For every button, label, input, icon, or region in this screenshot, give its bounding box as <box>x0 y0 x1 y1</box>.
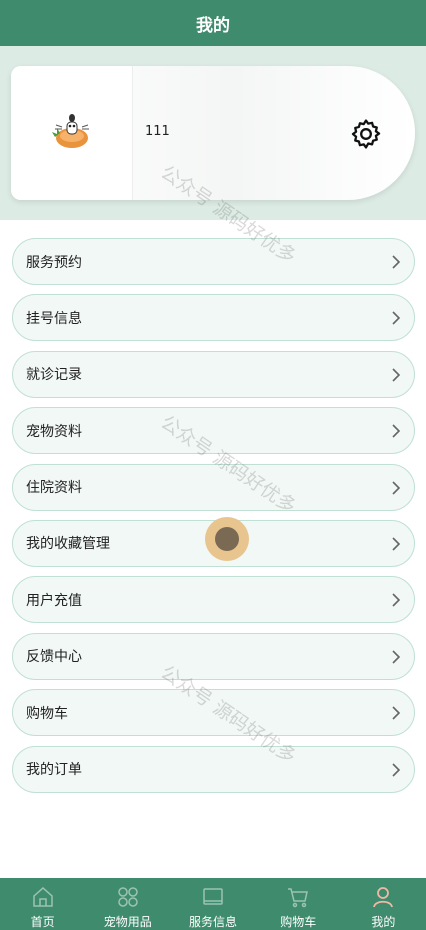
menu-item-label: 我的收藏管理 <box>26 536 110 553</box>
window-icon <box>203 887 223 905</box>
menu-item-cart[interactable]: 购物车 <box>12 689 415 737</box>
username: 111 <box>145 124 170 139</box>
chevron-right-icon <box>392 593 401 607</box>
settings-button[interactable] <box>349 117 383 151</box>
user-icon <box>373 886 394 907</box>
avatar[interactable] <box>11 66 133 200</box>
tab-home[interactable]: 首页 <box>0 878 85 930</box>
menu-item-label: 我的订单 <box>26 762 82 779</box>
menu-item-label: 购物车 <box>26 705 68 722</box>
chevron-right-icon <box>392 368 401 382</box>
menu-item-recharge[interactable]: 用户充值 <box>12 576 415 624</box>
menu-item-label: 挂号信息 <box>26 310 82 327</box>
menu-item-hospitalization[interactable]: 住院资料 <box>12 463 415 511</box>
app: 我的 111 服务预约 挂号信息 就诊记录 宠物资料 住院资料 我的收藏管理 用… <box>0 0 426 930</box>
top-bar: 我的 <box>0 0 426 46</box>
menu-item-orders[interactable]: 我的订单 <box>12 745 415 793</box>
menu-item-visit-records[interactable]: 就诊记录 <box>12 350 415 398</box>
menu-item-registration-info[interactable]: 挂号信息 <box>12 294 415 342</box>
tab-label: 服务信息 <box>189 915 238 929</box>
chevron-right-icon <box>392 424 401 438</box>
bunny-carrot-avatar-icon <box>51 114 89 148</box>
chevron-right-icon <box>392 537 401 551</box>
cart-icon <box>288 887 309 907</box>
menu-item-service-booking[interactable]: 服务预约 <box>12 238 415 285</box>
chevron-right-icon <box>392 706 401 720</box>
tab-service-info[interactable]: 服务信息 <box>170 878 255 930</box>
grid-icon <box>118 886 138 907</box>
chevron-right-icon <box>392 255 401 269</box>
chevron-right-icon <box>392 480 401 495</box>
bottom-tab-bar: 首页 宠物用品 服务信息 购物车 我的 <box>0 878 426 930</box>
menu-item-label: 用户充值 <box>26 592 82 609</box>
chevron-right-icon <box>392 650 401 664</box>
home-icon <box>32 886 53 907</box>
menu-item-label: 反馈中心 <box>26 649 82 666</box>
tab-label: 宠物用品 <box>103 915 152 929</box>
floating-assist-dot-icon <box>215 527 239 551</box>
chevron-right-icon <box>392 762 401 777</box>
floating-assist-button[interactable] <box>205 517 249 561</box>
chevron-right-icon <box>392 311 401 325</box>
menu-item-label: 住院资料 <box>26 480 82 497</box>
tab-label: 我的 <box>371 915 396 929</box>
page-title: 我的 <box>196 15 230 36</box>
tab-label: 首页 <box>30 915 55 929</box>
menu-item-pet-profile[interactable]: 宠物资料 <box>12 407 415 455</box>
menu-item-label: 就诊记录 <box>26 367 82 384</box>
profile-section: 111 <box>0 46 426 220</box>
menu-item-label: 服务预约 <box>26 254 82 271</box>
menu-item-feedback[interactable]: 反馈中心 <box>12 632 415 680</box>
tab-mine[interactable]: 我的 <box>341 878 426 930</box>
tab-pet-supplies[interactable]: 宠物用品 <box>85 878 170 930</box>
tab-cart[interactable]: 购物车 <box>256 878 341 930</box>
gear-icon <box>351 119 381 149</box>
menu-item-label: 宠物资料 <box>26 423 82 440</box>
tab-label: 购物车 <box>280 915 317 929</box>
profile-card: 111 <box>11 66 415 200</box>
